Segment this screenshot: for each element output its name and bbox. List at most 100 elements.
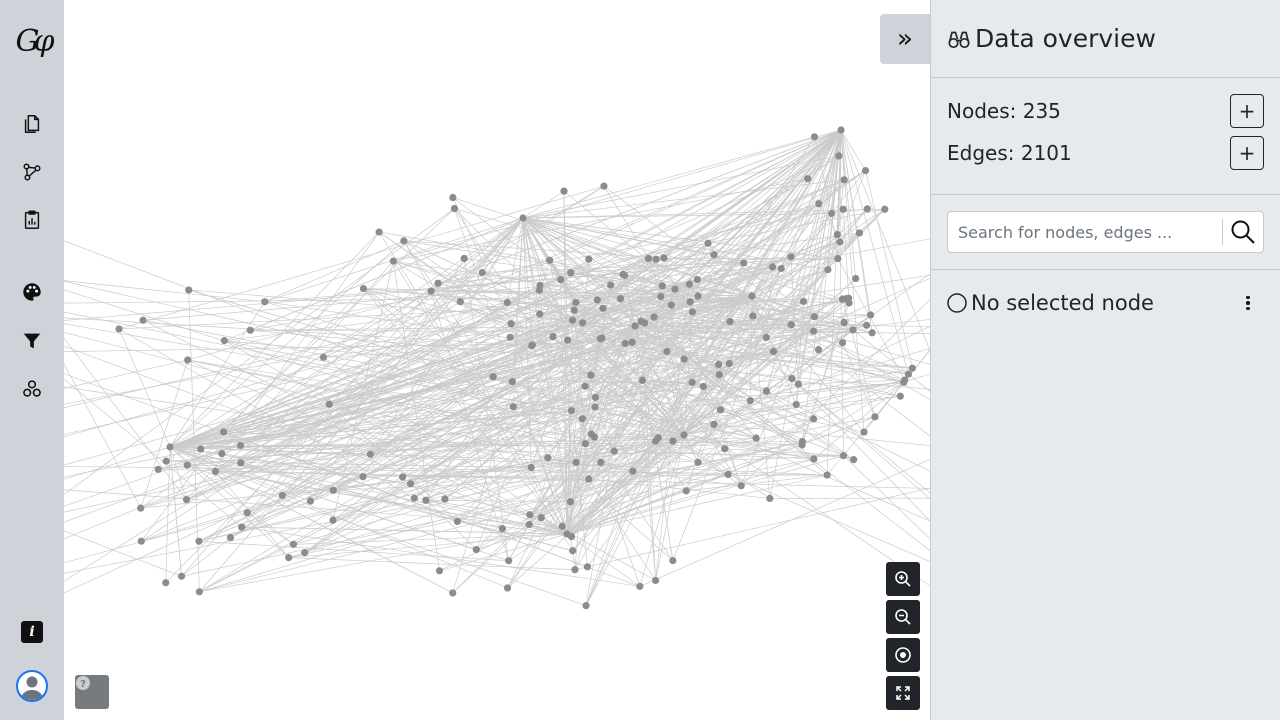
graph-node[interactable] [261,298,269,306]
graph-node[interactable] [787,321,795,329]
graph-node[interactable] [868,329,876,337]
graph-node[interactable] [748,292,756,300]
graph-node[interactable] [329,486,337,494]
graph-node[interactable] [835,152,843,160]
graph-node[interactable] [306,497,315,505]
graph-node[interactable] [399,473,407,481]
graph-node[interactable] [694,292,702,300]
graph-node[interactable] [716,406,725,414]
graph-node[interactable] [506,333,514,341]
graph-node[interactable] [366,450,374,458]
graph-node[interactable] [154,465,162,473]
graph-node[interactable] [746,397,754,405]
graph-node[interactable] [571,566,579,574]
graph-node[interactable] [182,495,191,504]
graph-node[interactable] [726,317,734,326]
graph-node[interactable] [498,525,507,533]
graph-node[interactable] [644,254,653,263]
graph-node[interactable] [508,377,516,386]
graph-node[interactable] [852,274,860,283]
graph-node[interactable] [737,482,745,490]
info-button[interactable]: i [21,621,43,643]
graph-node[interactable] [652,437,660,445]
graph-node[interactable] [636,582,644,590]
app-logo[interactable]: Gφ [8,18,56,64]
graph-node[interactable] [329,516,337,524]
graph-node[interactable] [809,415,818,423]
collapse-panel-button[interactable]: » [880,14,930,64]
graph-node[interactable] [810,133,819,141]
graph-node[interactable] [840,176,848,184]
graph-node[interactable] [162,579,170,587]
graph-node[interactable] [301,549,309,557]
graph-node[interactable] [450,204,459,213]
graph-node[interactable] [591,393,600,402]
graph-node[interactable] [837,126,845,134]
help-button[interactable]: ? [75,675,109,709]
graph-node[interactable] [896,392,904,400]
graph-canvas[interactable]: ? [64,0,930,720]
graph-node[interactable] [631,322,639,330]
graph-node[interactable] [519,214,527,222]
graph-node[interactable] [682,487,690,495]
graph-node[interactable] [871,413,879,421]
graph-node[interactable] [840,318,848,327]
graph-node[interactable] [845,299,853,307]
graph-node[interactable] [752,434,760,442]
graph-node[interactable] [834,254,842,263]
graph-node[interactable] [285,554,293,562]
graph-node[interactable] [694,458,702,466]
graph-node[interactable] [663,347,671,356]
graph-node[interactable] [629,467,637,475]
graph-node[interactable] [237,459,245,467]
graph-node[interactable] [766,494,774,503]
graph-node[interactable] [139,316,147,324]
graph-node[interactable] [600,182,608,190]
graph-node[interactable] [861,166,870,175]
graph-node[interactable] [715,360,723,369]
graph-node[interactable] [652,255,660,263]
graph-node[interactable] [278,491,286,499]
graph-node[interactable] [715,371,723,379]
graph-node[interactable] [777,264,785,273]
graph-node[interactable] [582,602,590,610]
graph-node[interactable] [427,287,435,295]
graph-node[interactable] [359,473,367,481]
graph-node[interactable] [560,187,568,195]
graph-node[interactable] [688,378,696,386]
graph-node[interactable] [536,310,544,318]
graph-node[interactable] [526,511,534,519]
graph-node[interactable] [788,374,796,383]
graph-node[interactable] [183,461,191,469]
graph-node[interactable] [900,378,908,386]
graph-node[interactable] [658,282,666,290]
search-input[interactable] [948,212,1222,252]
graph-node[interactable] [685,280,694,288]
graph-node[interactable] [184,356,192,364]
graph-node[interactable] [546,256,554,264]
graph-node[interactable] [680,355,688,363]
graph-node[interactable] [794,380,802,388]
graph-node[interactable] [567,407,576,415]
graph-node[interactable] [810,455,818,463]
graph-node[interactable] [558,522,566,530]
graph-node[interactable] [218,450,226,458]
graph-node[interactable] [669,437,677,445]
graph-node[interactable] [688,308,697,316]
graph-node[interactable] [669,556,677,565]
graph-node[interactable] [375,228,383,236]
graph-node[interactable] [544,454,552,462]
graph-node[interactable] [610,447,618,455]
graph-node[interactable] [566,498,575,506]
graph-node[interactable] [226,533,235,542]
graph-node[interactable] [563,336,572,344]
graph-node[interactable] [621,339,629,348]
add-edge-button[interactable]: + [1230,136,1264,170]
graph-node[interactable] [855,229,864,237]
graph-node[interactable] [166,443,174,451]
graph-node[interactable] [591,403,599,411]
graph-node[interactable] [478,268,486,277]
graph-node[interactable] [472,546,480,554]
center-view-button[interactable] [886,638,920,672]
graph-node[interactable] [908,364,916,372]
